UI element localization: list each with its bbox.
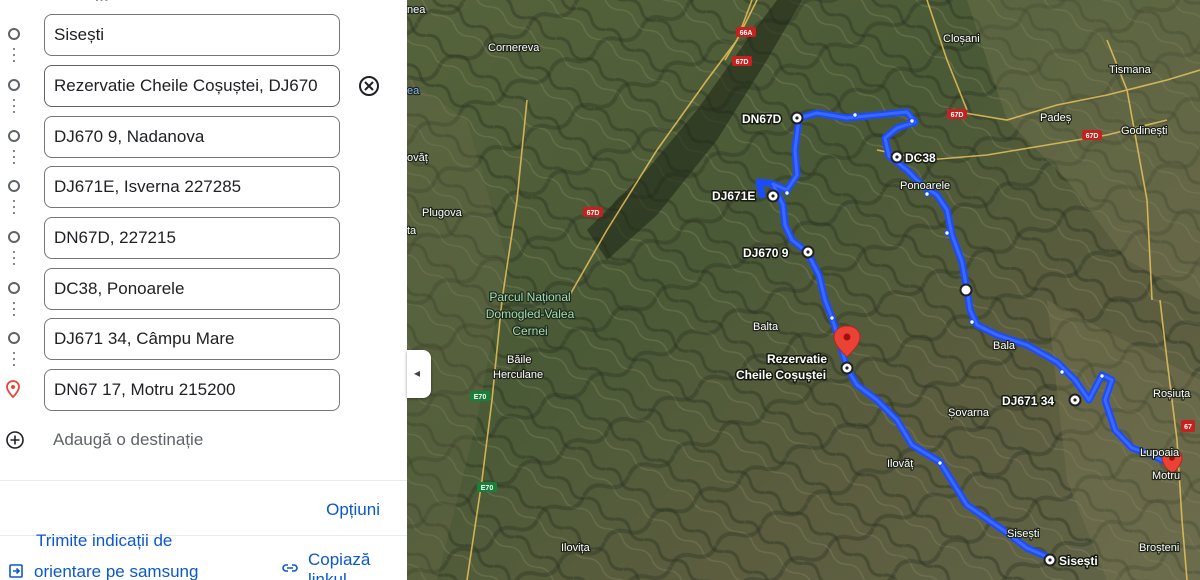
map-canvas[interactable]: 66A 67D 67D 67D 67D 67 E70 E70 nea Corne… bbox=[407, 0, 1200, 580]
add-destination-button[interactable]: Adaugă o destinație bbox=[0, 424, 407, 456]
stop-row: DN67 17, Motru 215200 bbox=[0, 369, 407, 413]
place-label: Bala bbox=[993, 340, 1016, 352]
stop-input-7[interactable]: DJ671 34, Câmpu Mare bbox=[44, 318, 340, 360]
stop-input-2[interactable]: Rezervatie Cheile Coșuștei, DJ670 bbox=[44, 65, 340, 107]
place-label: Băile bbox=[507, 354, 531, 366]
send-label-truncated: Trimite indicații de bbox=[36, 531, 173, 550]
stop-input-5[interactable]: DN67D, 227215 bbox=[44, 217, 340, 259]
stop-row: DJ670 9, Nadanova bbox=[0, 116, 407, 160]
send-directions-label: orientare pe samsung bbox=[34, 562, 199, 580]
send-directions-button[interactable]: Trimite indicații de orientare pe samsun… bbox=[0, 531, 280, 580]
directions-panel: ··· Sisești Rezervatie Cheile Coșuștei, … bbox=[0, 0, 407, 580]
place-label: nea bbox=[407, 4, 426, 16]
road-shield: 67 bbox=[1181, 420, 1195, 432]
stop-row: DN67D, 227215 bbox=[0, 217, 407, 261]
circle-icon bbox=[8, 332, 20, 344]
copy-link-label-truncated: linkul bbox=[308, 572, 368, 580]
copy-link-button[interactable]: Copiază bbox=[308, 550, 370, 570]
circle-icon bbox=[8, 79, 20, 91]
place-label: Șovarna bbox=[948, 407, 990, 419]
place-label: Balta bbox=[753, 321, 779, 333]
options-button[interactable]: Opțiuni bbox=[326, 500, 380, 520]
place-label: Plugova bbox=[422, 207, 463, 219]
route-stop-label: DC38 bbox=[905, 151, 936, 165]
place-label: Ilovăț bbox=[887, 458, 913, 470]
park-label: Cernei bbox=[512, 324, 547, 338]
satellite-map[interactable]: 66A 67D 67D 67D 67D 67 E70 E70 nea Corne… bbox=[407, 0, 1200, 580]
route-stop-label: DJ671 34 bbox=[1002, 394, 1054, 408]
stop-input-4[interactable]: DJ671E, Isverna 227285 bbox=[44, 166, 340, 208]
red-pin-icon bbox=[6, 380, 20, 398]
place-label: Ilovița bbox=[561, 542, 591, 554]
send-to-device-icon bbox=[9, 564, 23, 578]
route-stop-label: DJ670 9 bbox=[743, 246, 789, 260]
road-shield: 67D bbox=[947, 109, 967, 119]
place-label: Roșiuța bbox=[1153, 388, 1191, 400]
circle-icon bbox=[8, 28, 20, 40]
place-label: Lupoaia bbox=[1140, 447, 1180, 459]
place-label: Herculane bbox=[493, 369, 543, 381]
stop-input-1[interactable]: Sisești bbox=[44, 14, 340, 56]
route-stop-label: Sisești bbox=[1059, 554, 1098, 568]
stop-input-6[interactable]: DC38, Ponoarele bbox=[44, 268, 340, 310]
stop-row: DJ671E, Isverna 227285 bbox=[0, 166, 407, 210]
shield-label: 66A bbox=[740, 30, 753, 37]
add-destination-label: Adaugă o destinație bbox=[53, 430, 204, 449]
truncated-header: ··· bbox=[95, 0, 109, 7]
road-shield: 66A bbox=[736, 27, 756, 37]
place-label: ovăț bbox=[407, 152, 428, 164]
divider bbox=[0, 480, 407, 481]
place-label: Padeș bbox=[1040, 112, 1072, 124]
shield-label: 67D bbox=[736, 59, 749, 66]
chevron-left-icon: ◂ bbox=[414, 366, 421, 380]
stop-row: Rezervatie Cheile Coșuștei, DJ670 bbox=[0, 65, 407, 109]
route-stop-label: Cheile Coșuștei bbox=[736, 368, 826, 382]
place-label: Ponoarele bbox=[900, 180, 950, 192]
shield-label: E70 bbox=[474, 394, 487, 401]
shield-label: E70 bbox=[481, 485, 494, 492]
place-label: Broșteni bbox=[1139, 542, 1179, 554]
stop-row: DJ671 34, Câmpu Mare bbox=[0, 318, 407, 362]
shield-label: 67D bbox=[587, 210, 600, 217]
stop-input-8[interactable]: DN67 17, Motru 215200 bbox=[44, 369, 340, 411]
place-label: Motru bbox=[1152, 470, 1180, 482]
stop-row: Sisești bbox=[0, 14, 407, 58]
circle-icon bbox=[8, 282, 20, 294]
collapse-panel-button[interactable]: ◂ bbox=[407, 350, 431, 398]
circle-icon bbox=[8, 231, 20, 243]
shield-label: 67D bbox=[1086, 133, 1099, 140]
stop-row: DC38, Ponoarele bbox=[0, 268, 407, 312]
circle-icon bbox=[8, 180, 20, 192]
shield-label: 67 bbox=[1184, 424, 1192, 431]
stop-marker[interactable] bbox=[959, 283, 973, 297]
place-label: ea bbox=[407, 85, 420, 97]
link-icon[interactable] bbox=[282, 562, 298, 574]
place-label: Tismana bbox=[1109, 64, 1152, 76]
place-label: Godinești bbox=[1121, 125, 1167, 137]
road-shield: 67D bbox=[732, 56, 752, 66]
place-label: Sisești bbox=[1007, 528, 1039, 540]
close-circle-icon[interactable] bbox=[357, 74, 381, 98]
road-shield: 67D bbox=[583, 207, 603, 217]
stop-input-3[interactable]: DJ670 9, Nadanova bbox=[44, 116, 340, 158]
road-shield: E70 bbox=[470, 391, 490, 401]
circle-icon bbox=[8, 130, 20, 142]
park-label: Domogled-Valea bbox=[486, 307, 575, 321]
route-stop-label: Rezervatie bbox=[767, 352, 827, 366]
road-shield: E70 bbox=[477, 482, 497, 492]
place-label: Cloșani bbox=[943, 33, 980, 45]
plus-circle-icon bbox=[6, 431, 24, 449]
route-stop-label: DJ671E bbox=[712, 189, 755, 203]
park-label: Parcul Național bbox=[489, 290, 570, 304]
road-shield: 67D bbox=[1082, 130, 1102, 140]
place-label: ta bbox=[407, 225, 417, 237]
route-stop-label: DN67D bbox=[742, 112, 782, 126]
place-label: Cornereva bbox=[488, 42, 540, 54]
shield-label: 67D bbox=[951, 112, 964, 119]
